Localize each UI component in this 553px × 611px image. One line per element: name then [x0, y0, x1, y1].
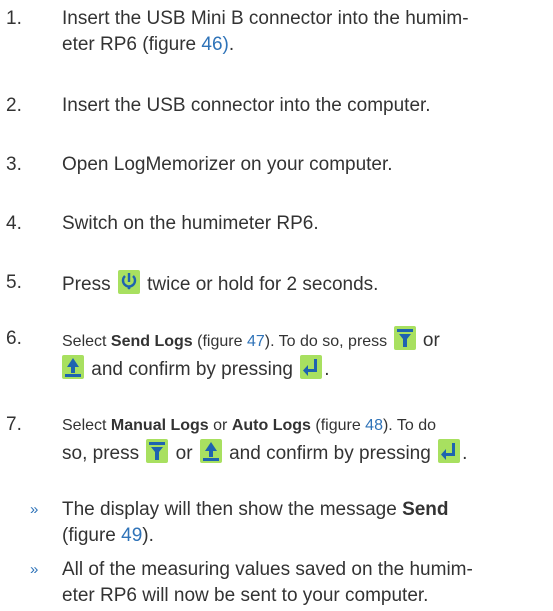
step-number: 2.	[6, 95, 22, 116]
down-arrow-icon	[146, 439, 169, 463]
step-text-part: and confirm by pressing	[86, 359, 299, 380]
up-arrow-icon	[199, 439, 222, 463]
step-text-part: .	[324, 359, 330, 380]
step-text-part: or	[170, 443, 198, 464]
step-text-part: .	[462, 443, 468, 464]
step-text: Switch on the humimeter RP6.	[62, 213, 319, 234]
step-text: Select Send Logs (figure 47). To do so, …	[62, 326, 549, 383]
figure-link[interactable]: 47	[247, 333, 265, 350]
step-text-part: (figure	[192, 333, 247, 350]
figure-link[interactable]: 49	[121, 525, 142, 546]
instruction-page: 1. Insert the USB Mini B connector into …	[0, 0, 553, 611]
figure-link[interactable]: 46)	[201, 34, 228, 55]
step-text-part: or	[417, 330, 440, 351]
bullet-text: The display will then show the message S…	[62, 497, 549, 549]
step-number: 3.	[6, 154, 22, 175]
step-text-part: twice or hold for 2 seconds.	[141, 274, 379, 295]
bullet-mark: »	[30, 501, 39, 518]
bullet-text-part: eter RP6 will now be sent to your comput…	[62, 585, 429, 606]
step-text-part: so, press	[62, 443, 145, 464]
menu-name: Manual Logs	[110, 417, 209, 434]
step-number: 6.	[6, 328, 22, 349]
step-text-line: Insert the USB Mini B connector into the…	[62, 8, 469, 29]
step-text-punct: .	[228, 34, 235, 55]
step-text-part: or	[208, 417, 232, 434]
bullet-text-part: ).	[142, 525, 154, 546]
bullet-mark: »	[30, 561, 39, 578]
step-text: Select Manual Logs or Auto Logs (figure …	[62, 412, 549, 467]
bullet-text-part: The display will then show the message	[62, 499, 403, 520]
step-number: 1.	[6, 8, 22, 29]
display-message: Send	[402, 499, 449, 520]
enter-icon	[300, 355, 323, 379]
step-text-line: eter RP6 (figure	[62, 34, 202, 55]
step-text-part: Select	[62, 417, 111, 434]
figure-link[interactable]: 48	[365, 417, 383, 434]
power-icon	[117, 270, 140, 294]
menu-name: Auto Logs	[231, 417, 311, 434]
down-arrow-icon	[393, 326, 416, 350]
step-text-part: Press	[62, 274, 116, 295]
menu-name: Send Logs	[110, 333, 193, 350]
step-text-part: Select	[62, 333, 111, 350]
up-arrow-icon	[62, 355, 84, 379]
step-text: Insert the USB connector into the comput…	[62, 95, 431, 116]
step-number: 7.	[6, 414, 22, 435]
step-text: Open LogMemorizer on your computer.	[62, 154, 393, 175]
step-text-part: ). To do so, press	[264, 333, 392, 350]
enter-icon	[438, 439, 461, 463]
step-number: 5.	[6, 272, 22, 293]
bullet-text: All of the measuring values saved on the…	[62, 557, 549, 609]
step-number: 4.	[6, 213, 22, 234]
step-text-part: and confirm by pressing	[223, 443, 437, 464]
step-text: Press twice or hold for 2 seconds.	[62, 270, 549, 298]
step-text-part: (figure	[310, 417, 366, 434]
step-text: Insert the USB Mini B connector into the…	[62, 6, 549, 58]
bullet-text-part: All of the measuring values saved on the…	[62, 559, 473, 580]
bullet-text-part: (figure	[62, 525, 122, 546]
step-text-part: ). To do	[382, 417, 437, 434]
